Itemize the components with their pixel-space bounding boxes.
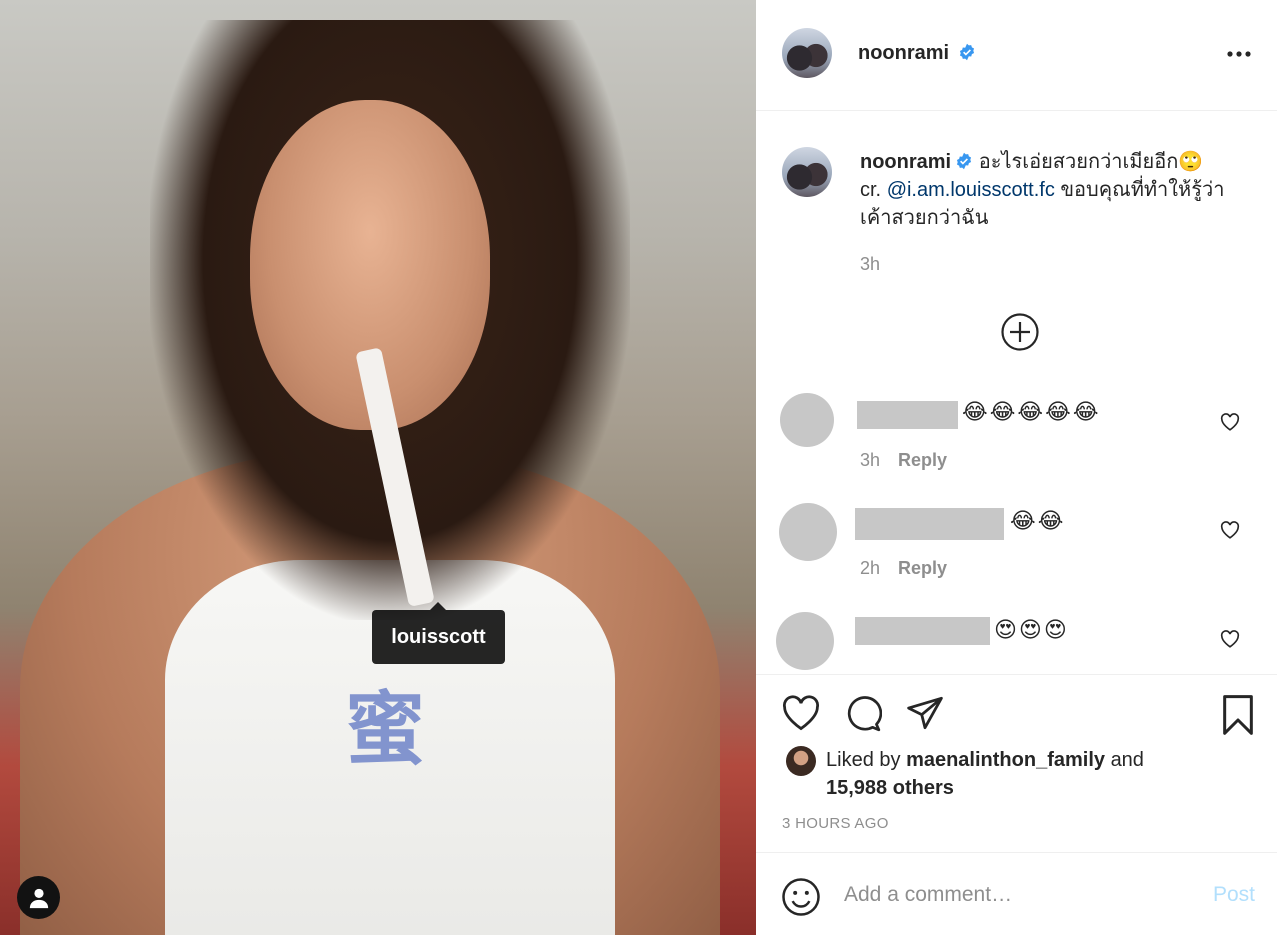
comment-text: 😂😂😂😂😂 — [962, 399, 1101, 424]
author-username[interactable]: noonrami — [858, 42, 949, 64]
post-caption: noonrami อะไรเอ่ยสวยกว่าเมียอีก🙄 cr. @i.… — [860, 148, 1240, 278]
comment-like-icon[interactable] — [1220, 521, 1240, 539]
user-tag-label[interactable]: louisscott — [372, 602, 505, 664]
redacted-username — [857, 401, 958, 429]
post-header: noonrami — [756, 0, 1277, 111]
save-bookmark-icon[interactable] — [1220, 695, 1256, 735]
more-options-icon[interactable] — [1227, 50, 1251, 58]
post-comment-button[interactable]: Post — [1213, 883, 1255, 907]
commenter-avatar[interactable] — [780, 393, 834, 447]
caption-username[interactable]: noonrami — [860, 151, 951, 173]
author-avatar[interactable] — [782, 28, 832, 78]
post-panel: noonrami noonrami อะไรเอ่ยสวยกว่าเมียอีก… — [756, 0, 1277, 935]
author-name-block: noonrami — [858, 42, 976, 65]
redacted-username — [855, 617, 990, 645]
verified-badge-icon — [959, 43, 974, 61]
emoji-icon[interactable] — [781, 877, 821, 917]
comment-box: Add a comment… Post — [756, 852, 1277, 936]
like-heart-icon[interactable] — [781, 695, 821, 731]
verified-badge-icon — [957, 152, 972, 170]
comment-item: 😂😂😂😂😂 3h Reply — [756, 393, 1277, 483]
liker-avatar[interactable] — [786, 746, 816, 776]
comment-bubble-icon[interactable] — [844, 695, 882, 733]
person-icon — [29, 888, 48, 908]
caption-time[interactable]: 3h — [860, 250, 1240, 278]
post-timestamp[interactable]: 3 HOURS AGO — [782, 815, 889, 832]
post-photo[interactable]: 蜜 louisscott — [0, 0, 756, 935]
comment-like-icon[interactable] — [1220, 413, 1240, 431]
caption-text: อะไรเอ่ยสวยกว่าเมียอีก🙄 — [978, 151, 1204, 173]
load-more-comments-icon[interactable] — [1000, 312, 1040, 352]
comment-item: 😍😍😍 — [756, 612, 1277, 674]
likes-summary: Liked by maenalinthon_family and 15,988 … — [826, 749, 1144, 799]
comment-meta: 2h Reply — [860, 558, 947, 579]
others-link[interactable]: 15,988 others — [826, 777, 954, 799]
reply-button[interactable]: Reply — [898, 450, 947, 470]
comment-time[interactable]: 2h — [860, 558, 880, 578]
caption-mention-link[interactable]: @i.am.louisscott.fc — [887, 179, 1055, 201]
comment-input[interactable]: Add a comment… — [844, 883, 1012, 907]
photo-shirt-print: 蜜 — [345, 682, 425, 776]
comment-item: 😂😂 2h Reply — [756, 503, 1277, 593]
caption-avatar[interactable] — [782, 147, 832, 197]
liker-username[interactable]: maenalinthon_family — [906, 749, 1105, 771]
comment-text: 😂😂 — [1010, 508, 1066, 533]
comment-meta: 3h Reply — [860, 450, 947, 471]
redacted-username — [855, 508, 1004, 540]
reply-button[interactable]: Reply — [898, 558, 947, 578]
commenter-avatar[interactable] — [776, 612, 834, 670]
action-bar — [756, 674, 1277, 735]
comment-text: 😍😍😍 — [994, 617, 1069, 642]
commenter-avatar[interactable] — [779, 503, 837, 561]
share-send-icon[interactable] — [905, 695, 945, 731]
comment-like-icon[interactable] — [1220, 630, 1240, 648]
comment-time[interactable]: 3h — [860, 450, 880, 470]
user-tags-button[interactable] — [17, 876, 60, 919]
caption-credit: cr. — [860, 179, 882, 201]
